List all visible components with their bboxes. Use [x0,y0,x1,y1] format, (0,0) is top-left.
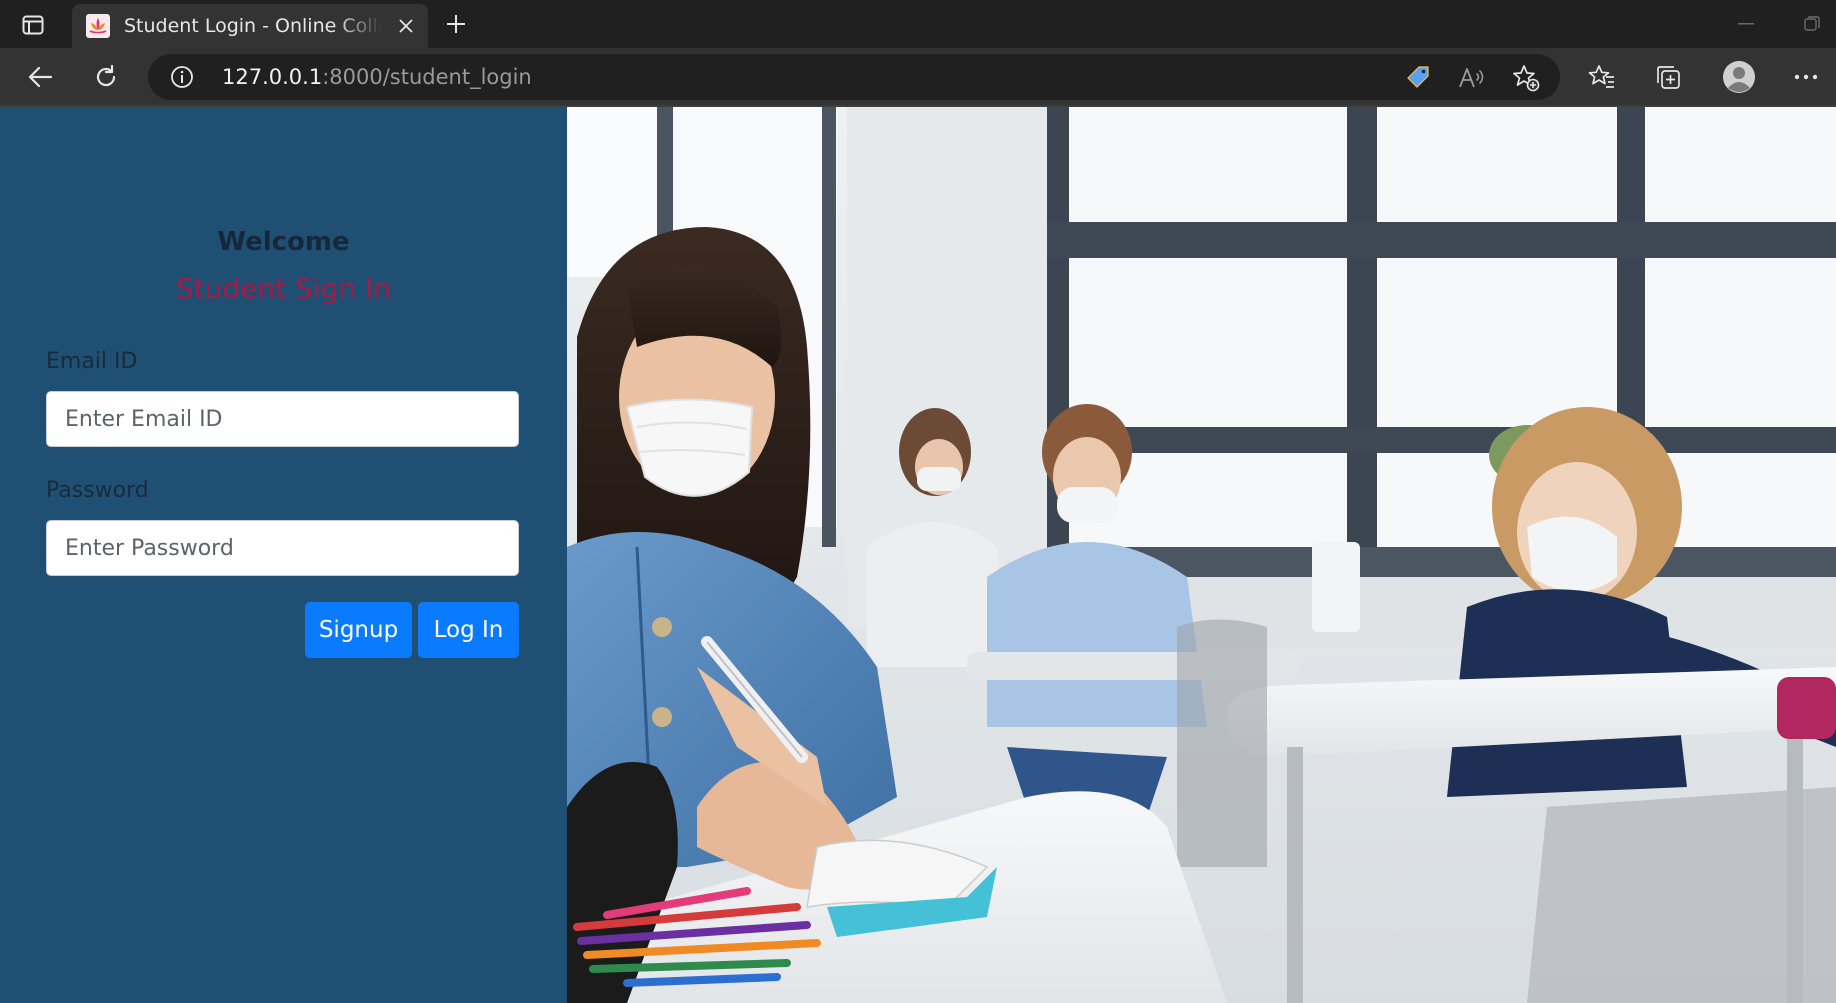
tab-actions-icon[interactable] [18,12,48,38]
close-icon[interactable] [394,14,418,38]
info-icon[interactable] [170,65,194,89]
lotus-icon [86,14,110,38]
collections-icon[interactable] [1650,60,1686,94]
url-host: 127.0.0.1 [222,65,323,89]
back-arrow-icon[interactable] [22,60,58,94]
add-favorite-icon[interactable] [1512,64,1540,92]
coupon-tag-icon[interactable] [1404,64,1432,92]
login-button[interactable]: Log In [418,602,519,658]
refresh-icon[interactable] [88,60,124,94]
restore-icon[interactable] [1800,14,1824,34]
classroom-photo [567,107,1836,1003]
password-input[interactable] [46,520,519,576]
email-input[interactable] [46,391,519,447]
page-content: Welcome Student Sign In Email ID Passwor… [0,107,1836,1003]
welcome-heading: Welcome [217,227,350,257]
more-icon[interactable] [1788,60,1824,94]
tab-strip: Student Login - Online College Admission [0,0,1836,48]
signup-button[interactable]: Signup [305,602,412,658]
tab-title: Student Login - Online College Admission [124,15,382,37]
minimize-icon[interactable] [1734,14,1758,34]
favorites-icon[interactable] [1584,60,1620,94]
url-text[interactable]: 127.0.0.1:8000/student_login [222,65,532,89]
signin-heading: Student Sign In [175,272,392,305]
active-tab[interactable]: Student Login - Online College Admission [72,4,428,48]
read-aloud-icon[interactable] [1458,64,1486,92]
plus-icon[interactable] [442,10,470,38]
login-panel: Welcome Student Sign In Email ID Passwor… [0,107,567,1003]
browser-toolbar: 127.0.0.1:8000/student_login [0,48,1836,106]
email-label: Email ID [46,349,138,374]
password-label: Password [46,478,149,503]
url-path: :8000/student_login [322,65,532,89]
profile-icon[interactable] [1720,60,1758,94]
address-bar[interactable]: 127.0.0.1:8000/student_login [148,54,1560,100]
